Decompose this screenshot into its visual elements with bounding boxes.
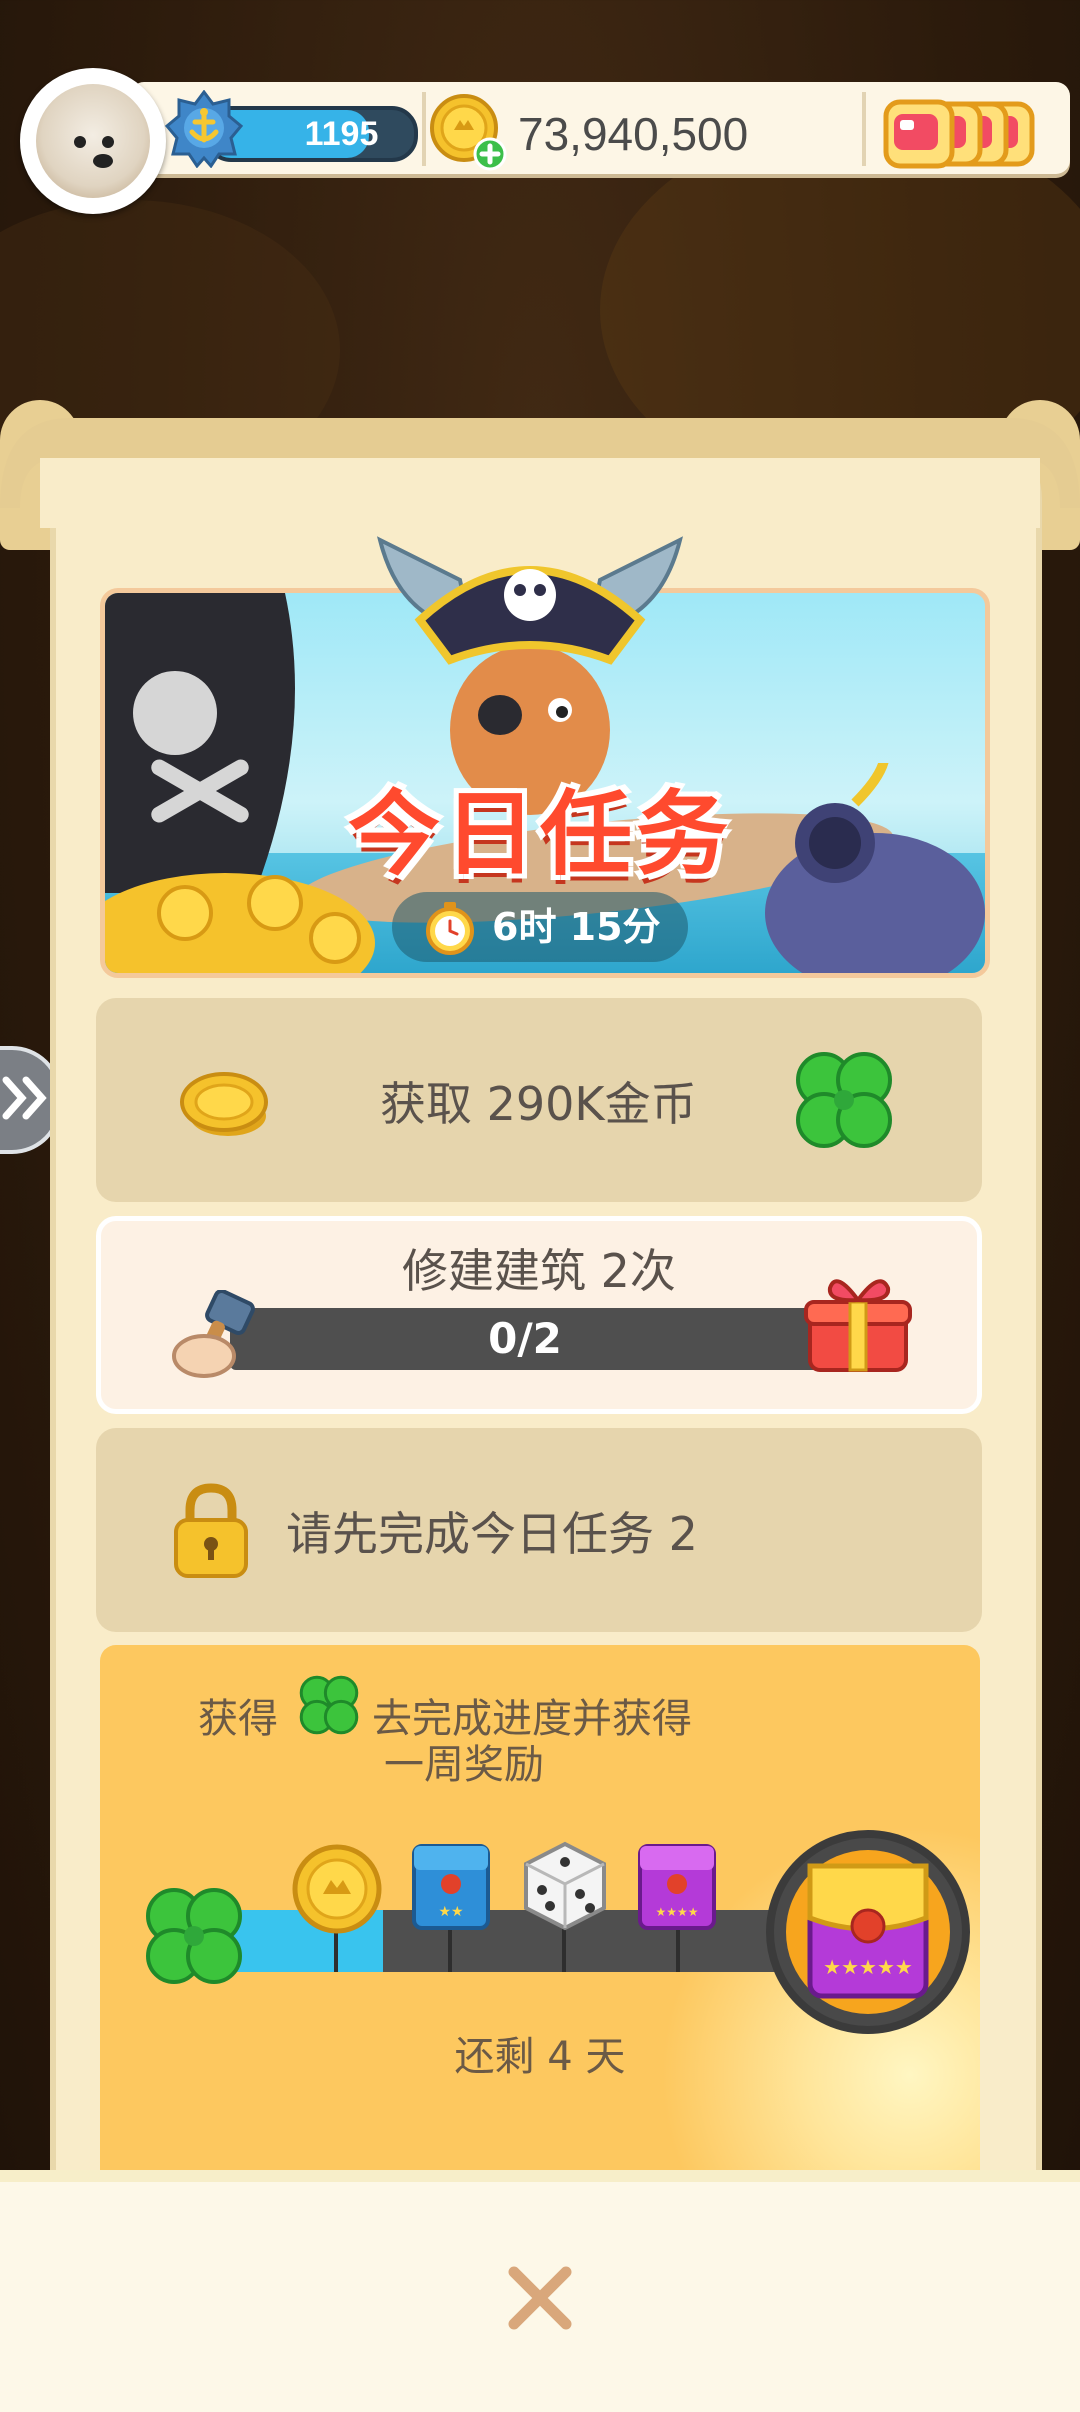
event-title: 今日任务 <box>347 781 732 888</box>
svg-text:★★★★★: ★★★★★ <box>823 1955 913 1979</box>
gold-coin-reward-icon <box>292 1844 382 1934</box>
svg-text:★★★★: ★★★★ <box>655 1905 698 1919</box>
task-label: 请先完成今日任务 2 <box>286 1507 698 1561</box>
event-timer: 6时 15分 <box>392 892 688 962</box>
dice-cards-icon <box>883 99 1035 169</box>
purple-sticker-pack-icon: ★★★★ <box>638 1844 716 1930</box>
svg-text:★★: ★★ <box>438 1904 463 1920</box>
gold-coin-plus-icon <box>430 94 507 171</box>
gold-coins-icon <box>180 1072 268 1136</box>
player-avatar[interactable] <box>20 68 166 214</box>
days-remaining: 还剩 4 天 <box>454 2034 626 2080</box>
task-progress-bar: 0/2 <box>230 1308 820 1370</box>
weekly-instruction-pre: 获得 <box>198 1696 278 1742</box>
hud-divider <box>422 92 426 166</box>
blue-sticker-pack-icon: ★★ <box>412 1844 490 1930</box>
clover-progress-icon <box>146 1888 242 1984</box>
level-value: 1195 <box>304 115 379 153</box>
dice-cards-display[interactable] <box>878 96 1058 172</box>
hammer-hand-icon <box>172 1290 255 1378</box>
stopwatch-icon <box>426 902 474 955</box>
anchor-badge-icon <box>165 90 243 168</box>
dice-icon <box>524 1841 606 1931</box>
task-card-locked: 请先完成今日任务 2 <box>96 1428 982 1632</box>
top-hud: 1195 73,940,500 <box>20 68 1070 214</box>
task-label: 获取 290K金币 <box>380 1077 697 1131</box>
weekly-grand-reward[interactable]: ★★★★★ <box>766 1830 970 2034</box>
add-coins-button[interactable] <box>428 92 508 172</box>
close-icon <box>508 2266 572 2330</box>
level-indicator[interactable]: 1195 <box>165 90 418 168</box>
task-progress-text: 0/2 <box>488 1314 562 1363</box>
task-card-coins[interactable]: 获取 290K金币 <box>96 998 982 1202</box>
dog-avatar-image <box>36 84 150 198</box>
weekly-instruction-line2: 一周奖励 <box>384 1742 544 1788</box>
clover-icon <box>796 1052 892 1148</box>
hud-divider <box>862 92 866 166</box>
close-button[interactable] <box>500 2258 580 2338</box>
coin-balance: 73,940,500 <box>518 108 749 160</box>
timer-text: 6时 15分 <box>492 905 661 949</box>
gift-chest-icon <box>804 1279 912 1372</box>
padlock-icon <box>174 1483 248 1578</box>
golden-sticker-pack-icon: ★★★★★ <box>807 1863 929 1999</box>
clover-icon <box>299 1675 359 1735</box>
